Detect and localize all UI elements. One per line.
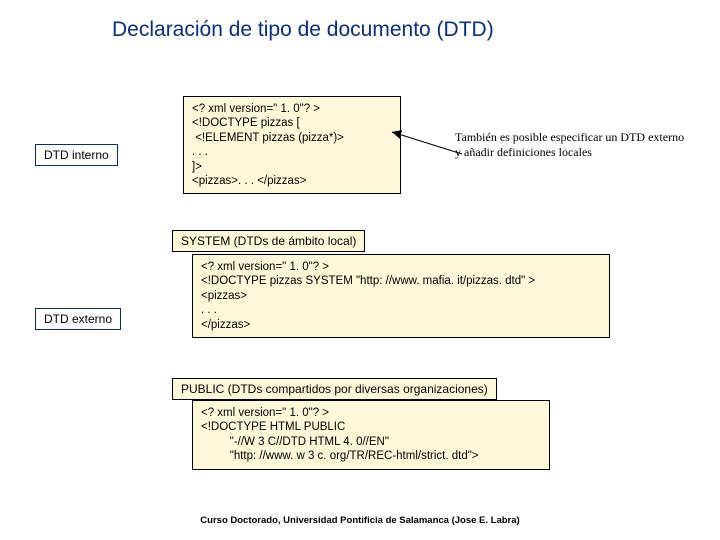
footer-text: Curso Doctorado, Universidad Pontificia … [0, 515, 720, 526]
section-public: PUBLIC (DTDs compartidos por diversas or… [172, 378, 497, 400]
label-dtd-externo: DTD externo [35, 308, 121, 330]
section-system: SYSTEM (DTDs de ámbito local) [172, 230, 365, 252]
code-block-system: <? xml version=" 1. 0"? > <!DOCTYPE pizz… [192, 254, 610, 338]
code-block-public: <? xml version=" 1. 0"? > <!DOCTYPE HTML… [192, 400, 550, 470]
